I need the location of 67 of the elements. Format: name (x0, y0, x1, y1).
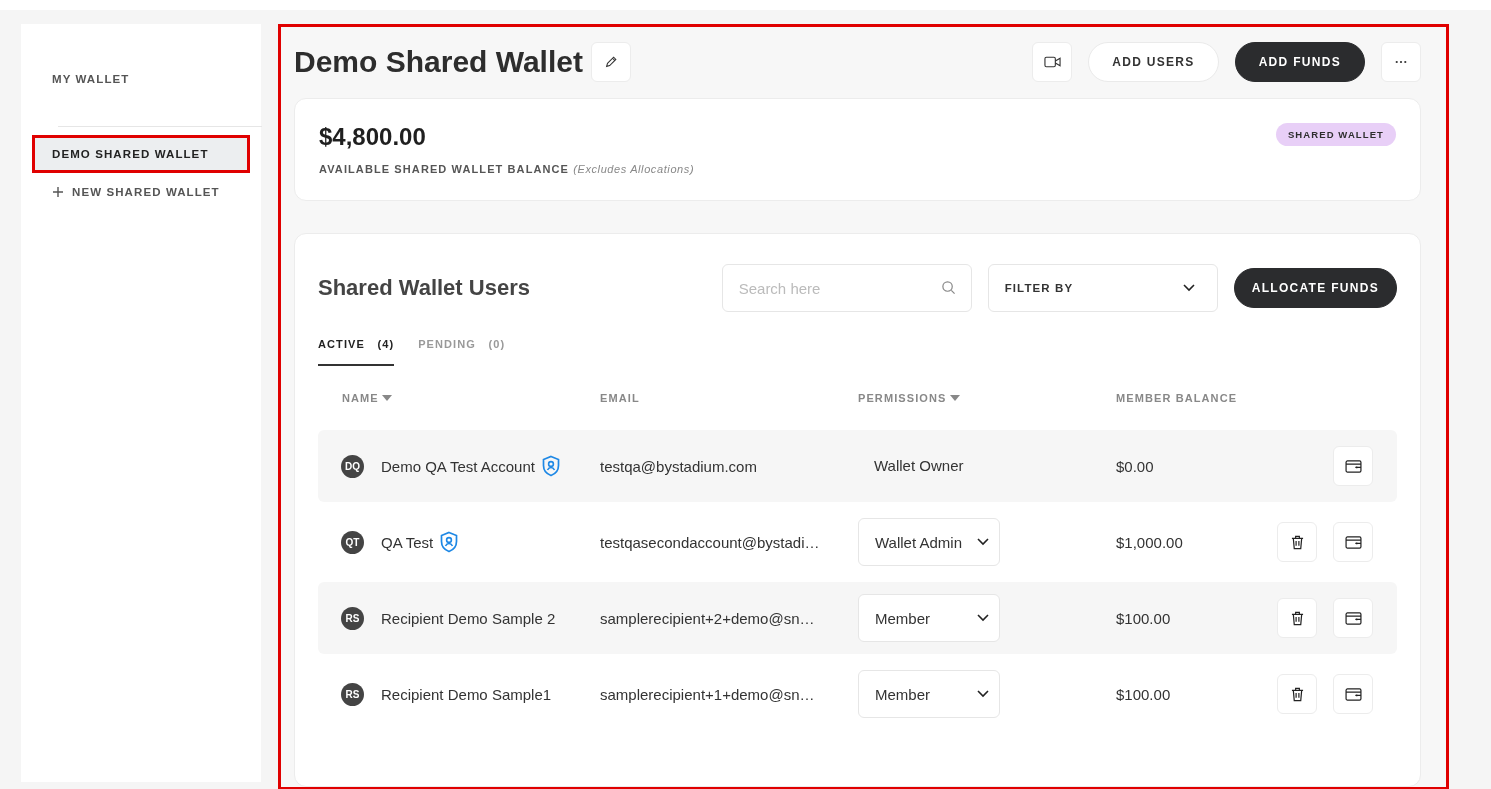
column-header[interactable]: PERMISSIONS (858, 392, 960, 404)
add-users-button[interactable]: ADD USERS (1088, 42, 1219, 82)
sidebar-item[interactable]: DEMO SHARED WALLET (35, 138, 247, 170)
wallet-icon (1344, 687, 1362, 701)
column-header: EMAIL (600, 392, 640, 404)
wallet-button[interactable] (1333, 674, 1373, 714)
pencil-icon (603, 55, 618, 69)
shield-user-icon (541, 455, 561, 477)
user-name: QA Test (381, 533, 434, 551)
initials-avatar: DQ (341, 454, 364, 478)
shield-user-icon (439, 531, 460, 553)
section-title: Shared Wallet Users (318, 275, 530, 301)
user-name: Recipient Demo Sample 2 (381, 609, 556, 627)
email-text: samplerecipient+1+demo@sn… (600, 685, 816, 703)
permission-text: Wallet Owner (873, 457, 964, 474)
plus-icon (52, 186, 64, 198)
sort-caret-icon (381, 395, 392, 401)
email-text: samplerecipient+2+demo@sn… (600, 609, 816, 627)
user-name: Demo QA Test Account (381, 457, 535, 475)
email-text: testqa@bystadium.com (600, 457, 758, 475)
chevron-down-icon (977, 614, 989, 622)
wallet-icon (1344, 611, 1362, 625)
delete-button[interactable] (1277, 674, 1317, 714)
wallet-type-badge: SHARED WALLET (1275, 123, 1396, 146)
sidebar-item[interactable]: MY WALLET (35, 63, 247, 95)
search-field[interactable]: Search here (721, 264, 972, 312)
column-header[interactable]: NAME (342, 392, 392, 404)
filter-dropdown[interactable]: FILTER BY (987, 264, 1218, 312)
wallet-title: Demo Shared Wallet (294, 45, 583, 79)
initials-avatar: QT (341, 530, 364, 554)
wallet-button[interactable] (1333, 598, 1373, 638)
wallet-button[interactable] (1333, 446, 1373, 486)
sidebar-item[interactable]: NEW SHARED WALLET (35, 176, 247, 208)
balance-amount: $4,800.00 (319, 123, 427, 151)
wallet-icon (1344, 535, 1362, 549)
trash-icon (1290, 686, 1304, 702)
column-header: MEMBER BALANCE (1116, 392, 1238, 404)
permission-dropdown[interactable]: Member (858, 594, 1000, 642)
trash-icon (1290, 534, 1304, 550)
more-icon (1395, 60, 1407, 64)
tab[interactable]: ACTIVE (4) (318, 332, 395, 366)
allocate-funds-button[interactable]: ALLOCATE FUNDS (1233, 268, 1397, 308)
search-icon (940, 280, 956, 295)
member-balance: $100.00 (1116, 685, 1172, 703)
balance-label: AVAILABLE SHARED WALLET BALANCE (319, 163, 570, 175)
delete-button[interactable] (1277, 522, 1317, 562)
wallet-button[interactable] (1333, 522, 1373, 562)
video-button[interactable] (1032, 42, 1073, 82)
permission-dropdown[interactable]: Member (858, 670, 1000, 718)
permission-dropdown[interactable]: Wallet Admin (858, 518, 1000, 566)
member-balance: $100.00 (1116, 609, 1172, 627)
add-funds-button[interactable]: ADD FUNDS (1234, 42, 1365, 82)
wallet-icon (1344, 459, 1362, 473)
member-balance: $1,000.00 (1116, 533, 1184, 551)
balance-note: (Excludes Allocations) (573, 163, 695, 175)
member-balance: $0.00 (1116, 457, 1155, 475)
video-camera-icon (1043, 56, 1061, 68)
delete-button[interactable] (1277, 598, 1317, 638)
email-text: testqasecondaccount@bystadi… (600, 533, 821, 551)
sort-caret-icon (949, 395, 960, 401)
chevron-down-icon (1182, 284, 1195, 292)
chevron-down-icon (977, 538, 989, 546)
chevron-down-icon (977, 690, 989, 698)
initials-avatar: RS (341, 682, 364, 706)
initials-avatar: RS (341, 606, 364, 630)
user-name: Recipient Demo Sample1 (381, 685, 552, 703)
trash-icon (1290, 610, 1304, 626)
